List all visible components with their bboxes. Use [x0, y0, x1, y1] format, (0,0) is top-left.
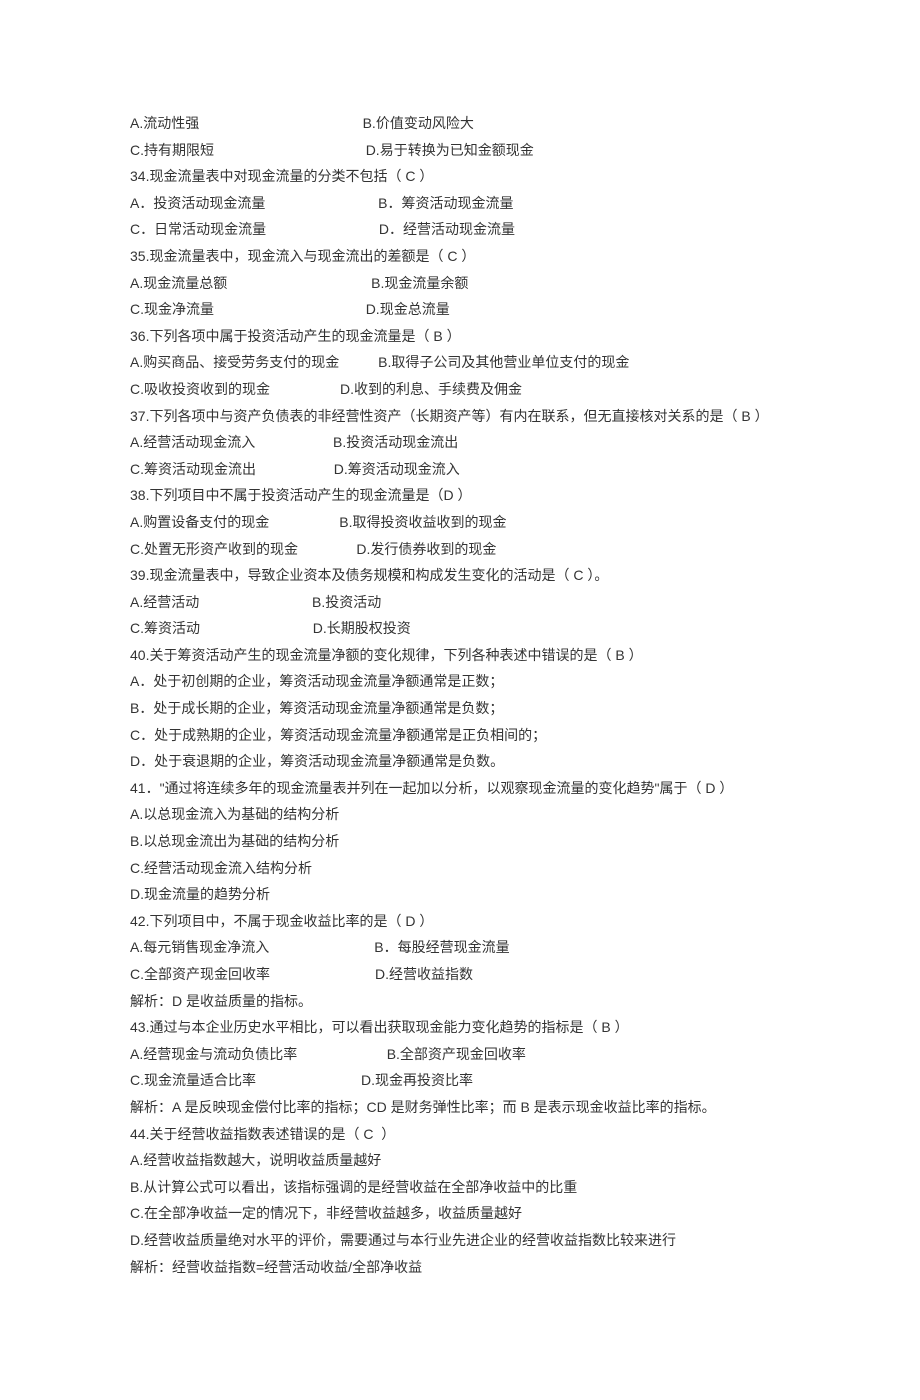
text-line: 35.现金流量表中，现金流入与现金流出的差额是（ C ） [130, 243, 790, 270]
text-line: B.从计算公式可以看出，该指标强调的是经营收益在全部净收益中的比重 [130, 1174, 790, 1201]
text-line: C.吸收投资收到的现金 D.收到的利息、手续费及佣金 [130, 376, 790, 403]
text-line: 41．"通过将连续多年的现金流量表并列在一起加以分析，以观察现金流量的变化趋势"… [130, 775, 790, 802]
question-list: A.流动性强 B.价值变动风险大C.持有期限短 D.易于转换为已知金额现金34.… [130, 110, 790, 1280]
text-line: C.在全部净收益一定的情况下，非经营收益越多，收益质量越好 [130, 1200, 790, 1227]
text-line: A.经营收益指数越大，说明收益质量越好 [130, 1147, 790, 1174]
text-line: 36.下列各项中属于投资活动产生的现金流量是（ B ） [130, 323, 790, 350]
text-line: 42.下列项目中，不属于现金收益比率的是（ D ） [130, 908, 790, 935]
text-line: 37.下列各项中与资产负债表的非经营性资产（长期资产等）有内在联系，但无直接核对… [130, 403, 790, 430]
text-line: C.筹资活动现金流出 D.筹资活动现金流入 [130, 456, 790, 483]
text-line: 38.下列项目中不属于投资活动产生的现金流量是（D ） [130, 482, 790, 509]
text-line: A.每元销售现金净流入 B．每股经营现金流量 [130, 934, 790, 961]
text-line: C.全部资产现金回收率 D.经营收益指数 [130, 961, 790, 988]
text-line: C．处于成熟期的企业，筹资活动现金流量净额通常是正负相间的； [130, 722, 790, 749]
text-line: 解析：A 是反映现金偿付比率的指标；CD 是财务弹性比率；而 B 是表示现金收益… [130, 1094, 790, 1121]
text-line: C.现金流量适合比率 D.现金再投资比率 [130, 1067, 790, 1094]
text-line: C.经营活动现金流入结构分析 [130, 855, 790, 882]
text-line: C.现金净流量 D.现金总流量 [130, 296, 790, 323]
text-line: 解析：经营收益指数=经营活动收益/全部净收益 [130, 1254, 790, 1281]
text-line: A．处于初创期的企业，筹资活动现金流量净额通常是正数； [130, 668, 790, 695]
text-line: A.流动性强 B.价值变动风险大 [130, 110, 790, 137]
text-line: A.经营活动 B.投资活动 [130, 589, 790, 616]
text-line: C.处置无形资产收到的现金 D.发行债券收到的现金 [130, 536, 790, 563]
text-line: D.经营收益质量绝对水平的评价，需要通过与本行业先进企业的经营收益指数比较来进行 [130, 1227, 790, 1254]
text-line: A.购买商品、接受劳务支付的现金 B.取得子公司及其他营业单位支付的现金 [130, 349, 790, 376]
text-line: 43.通过与本企业历史水平相比，可以看出获取现金能力变化趋势的指标是（ B ） [130, 1014, 790, 1041]
text-line: C.筹资活动 D.长期股权投资 [130, 615, 790, 642]
text-line: A.经营现金与流动负债比率 B.全部资产现金回收率 [130, 1041, 790, 1068]
text-line: 解析：D 是收益质量的指标。 [130, 988, 790, 1015]
text-line: D．处于衰退期的企业，筹资活动现金流量净额通常是负数。 [130, 748, 790, 775]
text-line: B．处于成长期的企业，筹资活动现金流量净额通常是负数； [130, 695, 790, 722]
text-line: A.经营活动现金流入 B.投资活动现金流出 [130, 429, 790, 456]
text-line: 40.关于筹资活动产生的现金流量净额的变化规律，下列各种表述中错误的是（ B ） [130, 642, 790, 669]
text-line: D.现金流量的趋势分析 [130, 881, 790, 908]
text-line: A.以总现金流入为基础的结构分析 [130, 801, 790, 828]
text-line: A.现金流量总额 B.现金流量余额 [130, 270, 790, 297]
text-line: A.购置设备支付的现金 B.取得投资收益收到的现金 [130, 509, 790, 536]
text-line: C．日常活动现金流量 D．经营活动现金流量 [130, 216, 790, 243]
text-line: 39.现金流量表中，导致企业资本及债务规模和构成发生变化的活动是（ C ）。 [130, 562, 790, 589]
text-line: C.持有期限短 D.易于转换为已知金额现金 [130, 137, 790, 164]
text-line: 34.现金流量表中对现金流量的分类不包括（ C ） [130, 163, 790, 190]
text-line: B.以总现金流出为基础的结构分析 [130, 828, 790, 855]
text-line: 44.关于经营收益指数表述错误的是（ C ） [130, 1121, 790, 1148]
text-line: A．投资活动现金流量 B．筹资活动现金流量 [130, 190, 790, 217]
